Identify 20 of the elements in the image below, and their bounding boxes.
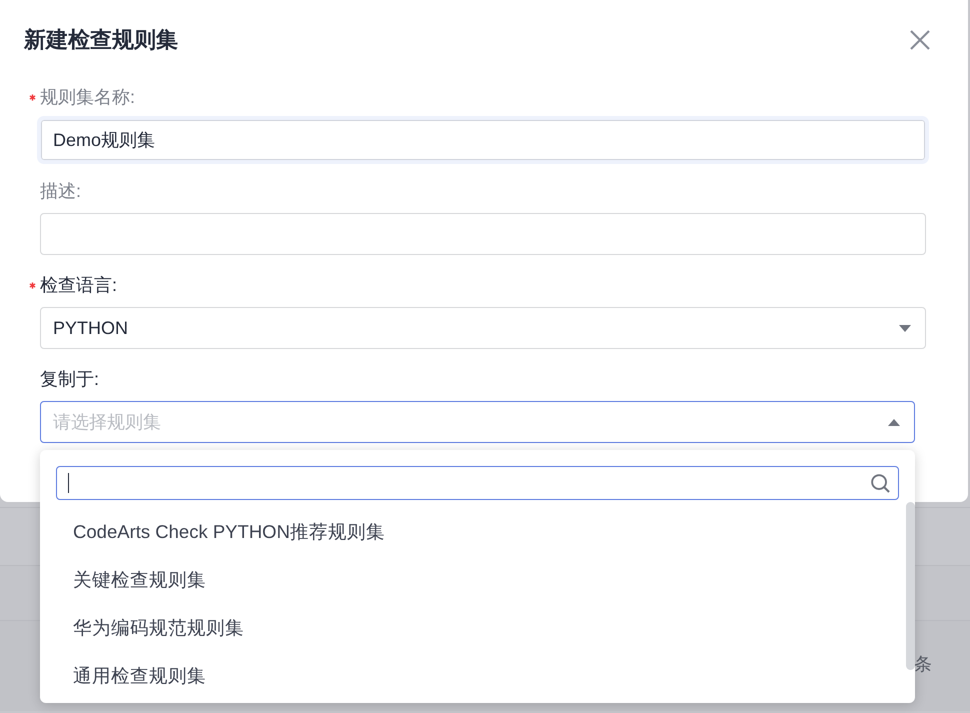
search-icon[interactable] [871,474,890,492]
field-label: 描述: [40,180,82,203]
caret-down-icon [899,324,911,332]
select-field[interactable]: PYTHON [40,307,926,349]
dropdown-option[interactable]: 通用检查规则集 [73,652,899,700]
pagination-text: 条 [914,653,932,676]
dropdown-option[interactable]: 关键检查规则集 [73,556,899,604]
field-label: 复制于: [40,368,100,391]
field-label: 规则集名称: [40,86,136,109]
field-label: 检查语言: [40,274,118,297]
text-cursor-icon [68,473,69,493]
scrollbar-thumb[interactable] [906,502,915,670]
dropdown-option[interactable]: CodeArts Check PYTHON推荐规则集 [73,508,899,556]
text-input[interactable]: Demo规则集 [37,116,929,164]
text-input[interactable] [40,213,926,255]
dialog-title: 新建检查规则集 [24,26,178,54]
caret-up-icon [888,418,900,426]
search-field[interactable] [56,466,899,500]
dropdown-option[interactable]: 华为编码规范规则集 [73,604,899,652]
close-icon[interactable] [910,30,930,50]
